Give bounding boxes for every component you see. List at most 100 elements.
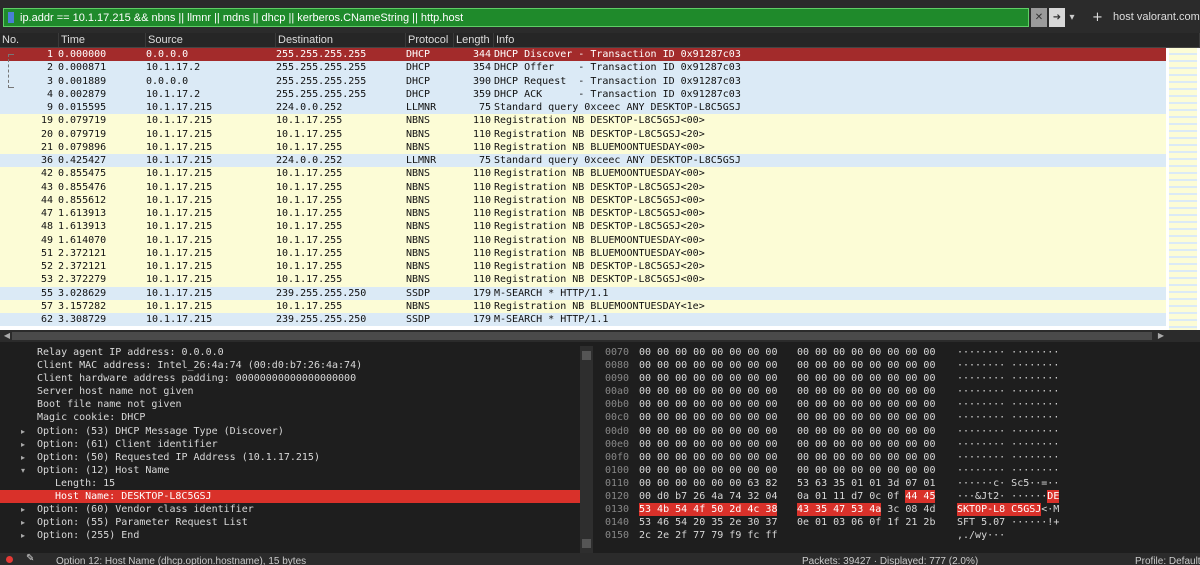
hex-bytes[interactable]: 00 d0 b7 26 4a 74 32 04 — [639, 490, 777, 503]
collapsed-arrow-icon[interactable]: ▸ — [21, 529, 31, 542]
tree-item-expandable[interactable]: ▾ Option: (12) Host Name — [0, 464, 580, 477]
hex-offset[interactable]: 0150 — [605, 529, 629, 542]
packet-row[interactable]: 62 3.308729 10.1.17.215 239.255.255.250 SSDP… — [0, 313, 1200, 327]
profile-indicator[interactable]: Profile: Default — [1135, 556, 1200, 565]
hex-bytes[interactable]: 00 00 00 00 00 00 00 00 — [639, 398, 777, 411]
hex-bytes[interactable]: 00 00 00 00 00 00 00 00 — [797, 398, 935, 411]
collapsed-arrow-icon[interactable]: ▸ — [21, 503, 31, 516]
collapsed-arrow-icon[interactable]: ▸ — [21, 451, 31, 464]
hex-bytes[interactable]: 00 00 00 00 00 00 00 00 — [639, 451, 777, 464]
scrollbar-thumb[interactable] — [12, 332, 1152, 340]
filter-button-host-valorant[interactable]: host valorant.com — [1113, 8, 1200, 27]
packet-row[interactable]: 51 2.372121 10.1.17.215 10.1.17.255 NBNS 110 R… — [0, 246, 1200, 260]
filter-dropdown-button[interactable]: ▾ — [1067, 8, 1077, 27]
display-filter-input[interactable]: ip.addr == 10.1.17.215 && nbns || llmnr … — [3, 8, 1029, 27]
packet-row[interactable]: 21 0.079896 10.1.17.215 10.1.17.255 NBNS 110 R… — [0, 140, 1200, 154]
hex-bytes[interactable]: 00 00 00 00 00 00 00 00 — [639, 385, 777, 398]
hex-bytes[interactable]: 00 00 00 00 00 00 00 00 — [797, 451, 935, 464]
hex-bytes[interactable]: 00 00 00 00 00 00 00 00 — [639, 359, 777, 372]
clear-filter-button[interactable]: ✕ — [1031, 8, 1047, 27]
apply-filter-button[interactable]: ➜ — [1049, 8, 1065, 27]
column-header-length[interactable]: Length — [454, 33, 494, 47]
display-filter-text[interactable]: ip.addr == 10.1.17.215 && nbns || llmnr … — [18, 12, 463, 24]
horizontal-scrollbar[interactable]: ◀ ▶ — [0, 330, 1200, 342]
hex-bytes[interactable]: 00 00 00 00 00 00 00 00 — [639, 425, 777, 438]
expanded-arrow-icon[interactable]: ▾ — [21, 464, 31, 477]
hex-offset[interactable]: 0100 — [605, 464, 629, 477]
column-header-destination[interactable]: Destination — [276, 33, 406, 47]
hex-offset[interactable]: 00d0 — [605, 425, 629, 438]
tree-item-expandable[interactable]: ▸ Option: (60) Vendor class identifier — [0, 503, 580, 516]
scroll-down-icon[interactable] — [582, 539, 591, 548]
column-header-time[interactable]: Time — [59, 33, 146, 47]
tree-item[interactable]: Boot file name not given — [0, 398, 580, 411]
hex-offset[interactable]: 00e0 — [605, 438, 629, 451]
packet-row[interactable]: 20 0.079719 10.1.17.215 10.1.17.255 NBNS 110 R… — [0, 127, 1200, 141]
ascii-bytes-highlighted[interactable]: SKTOP-L8 C5GSJ — [957, 503, 1042, 517]
hex-bytes-highlighted[interactable]: 43 35 47 53 4a — [797, 503, 882, 517]
hex-bytes[interactable]: 00 00 00 00 00 00 00 00 — [639, 438, 777, 451]
tree-item-expandable[interactable]: ▸ Option: (255) End — [0, 529, 580, 542]
ascii-bytes[interactable]: ········ ········ — [957, 464, 1059, 477]
ascii-bytes[interactable]: ······c· Sc5··=·· — [957, 477, 1059, 490]
tree-item-expandable[interactable]: ▸ Option: (53) DHCP Message Type (Discove… — [0, 425, 580, 438]
scroll-right-icon[interactable]: ▶ — [1156, 331, 1166, 341]
ascii-bytes[interactable]: ,./wy··· — [957, 529, 1005, 542]
expert-info-icon[interactable] — [6, 556, 13, 563]
ascii-bytes[interactable]: ········ ········ — [957, 359, 1059, 372]
packet-row[interactable]: 47 1.613913 10.1.17.215 10.1.17.255 NBNS 110 R… — [0, 207, 1200, 221]
hex-bytes[interactable]: 00 00 00 00 00 00 00 00 — [797, 411, 935, 424]
ascii-bytes[interactable]: ········ ········ — [957, 425, 1059, 438]
ascii-bytes[interactable]: ········ ········ — [957, 346, 1059, 359]
tree-item[interactable]: Server host name not given — [0, 385, 580, 398]
packet-row[interactable]: 36 0.425427 10.1.17.215 224.0.0.252 LLMNR 75 S… — [0, 154, 1200, 168]
hex-bytes[interactable]: 00 00 00 00 00 00 00 00 — [797, 385, 935, 398]
ascii-bytes[interactable]: ········ ········ — [957, 451, 1059, 464]
ascii-bytes[interactable]: ········ ········ — [957, 385, 1059, 398]
hex-offset[interactable]: 0110 — [605, 477, 629, 490]
packet-row[interactable]: 42 0.855475 10.1.17.215 10.1.17.255 NBNS 110 R… — [0, 167, 1200, 181]
column-header-info[interactable]: Info — [494, 33, 1200, 47]
hex-bytes[interactable]: 0a 01 11 d7 0c 0f — [797, 490, 899, 503]
hex-bytes[interactable]: 00 00 00 00 00 00 00 00 — [639, 411, 777, 424]
hex-offset[interactable]: 0080 — [605, 359, 629, 372]
packet-row[interactable]: 55 3.028629 10.1.17.215 239.255.255.250 SSDP… — [0, 286, 1200, 300]
packet-row[interactable]: 3 0.001889 0.0.0.0 255.255.255.255 DHCP 390 DH… — [0, 74, 1200, 88]
packet-row[interactable]: 4 0.002879 10.1.17.2 255.255.255.255 DHCP 359… — [0, 87, 1200, 101]
ascii-bytes[interactable]: ········ ········ — [957, 411, 1059, 424]
edit-comment-icon[interactable]: ✎ — [26, 553, 34, 565]
tree-item[interactable]: Host Name: DESKTOP-L8C5GSJ — [0, 490, 580, 504]
tree-item[interactable]: Relay agent IP address: 0.0.0.0 — [0, 346, 580, 359]
collapsed-arrow-icon[interactable]: ▸ — [21, 425, 31, 438]
hex-bytes[interactable]: 00 00 00 00 00 00 00 00 — [639, 464, 777, 477]
packet-row[interactable]: 43 0.855476 10.1.17.215 10.1.17.255 NBNS 110 R… — [0, 180, 1200, 194]
packet-list-scrollbar[interactable] — [1166, 48, 1200, 330]
hex-bytes[interactable]: 53 63 35 01 01 3d 07 01 — [797, 477, 935, 490]
hex-offset[interactable]: 0130 — [605, 503, 629, 516]
tree-item[interactable]: Client hardware address padding: 0000000… — [0, 372, 580, 385]
packet-row[interactable]: 19 0.079719 10.1.17.215 10.1.17.255 NBNS 110 R… — [0, 114, 1200, 128]
hex-offset[interactable]: 0140 — [605, 516, 629, 529]
column-header-protocol[interactable]: Protocol — [406, 33, 454, 47]
scroll-up-icon[interactable] — [582, 351, 591, 360]
tree-item-expandable[interactable]: ▸ Option: (55) Parameter Request List — [0, 516, 580, 529]
packet-minimap[interactable] — [1169, 48, 1197, 330]
hex-bytes[interactable]: 53 46 54 20 35 2e 30 37 — [639, 516, 777, 529]
ascii-bytes-highlighted[interactable]: DE — [1047, 490, 1060, 504]
hex-bytes[interactable]: 00 00 00 00 00 00 00 00 — [797, 438, 935, 451]
packet-row[interactable]: 57 3.157282 10.1.17.215 10.1.17.255 NBNS 110 R… — [0, 299, 1200, 313]
column-header-source[interactable]: Source — [146, 33, 276, 47]
hex-bytes[interactable]: 00 00 00 00 00 00 00 00 — [797, 464, 935, 477]
packet-row[interactable]: 1 0.000000 0.0.0.0 255.255.255.255 DHCP 344 DH… — [0, 48, 1200, 62]
packet-row[interactable]: 2 0.000871 10.1.17.2 255.255.255.255 DHCP 354… — [0, 61, 1200, 75]
hex-bytes[interactable]: 00 00 00 00 00 00 00 00 — [797, 359, 935, 372]
hex-bytes[interactable]: 00 00 00 00 00 00 00 00 — [639, 372, 777, 385]
packet-row[interactable]: 48 1.613913 10.1.17.215 10.1.17.255 NBNS 110 R… — [0, 220, 1200, 234]
hex-offset[interactable]: 00b0 — [605, 398, 629, 411]
ascii-bytes[interactable]: ········ ········ — [957, 438, 1059, 451]
add-filter-button[interactable]: + — [1092, 8, 1103, 27]
collapsed-arrow-icon[interactable]: ▸ — [21, 516, 31, 529]
hex-offset[interactable]: 00f0 — [605, 451, 629, 464]
packet-row[interactable]: 9 0.015595 10.1.17.215 224.0.0.252 LLMNR 75 St… — [0, 101, 1200, 115]
tree-item[interactable]: Client MAC address: Intel_26:4a:74 (00:d… — [0, 359, 580, 372]
